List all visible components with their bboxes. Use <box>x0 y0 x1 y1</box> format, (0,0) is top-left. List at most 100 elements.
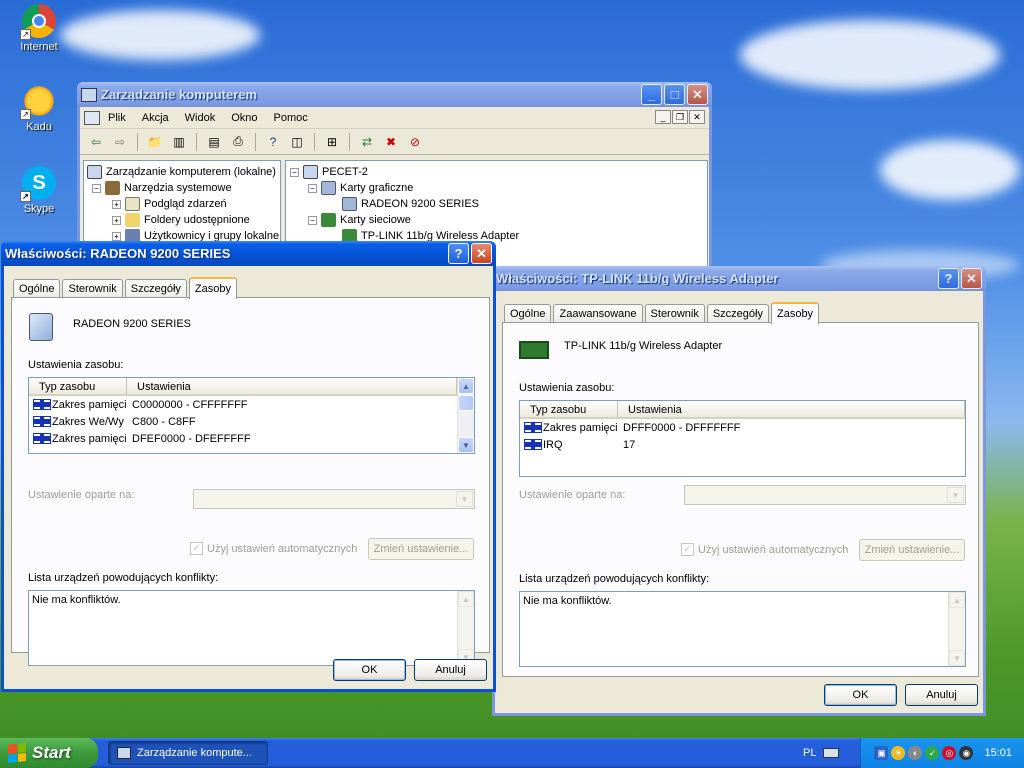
close-button[interactable]: ✕ <box>961 268 982 289</box>
tree-item[interactable]: RADEON 9200 SERIES <box>286 196 707 212</box>
tab-resources[interactable]: Zasoby <box>770 302 820 324</box>
based-on-dropdown[interactable]: ▼ <box>193 489 475 509</box>
ok-button[interactable]: OK <box>333 659 406 681</box>
action-pane-icon[interactable]: ◫ <box>287 132 307 152</box>
disable-device-icon[interactable]: ⊘ <box>405 132 425 152</box>
resource-row[interactable]: IRQ 17 <box>520 436 965 453</box>
tab-general[interactable]: Ogólne <box>504 304 552 323</box>
mdi-minimize-button[interactable]: _ <box>655 110 671 124</box>
help-button[interactable]: ? <box>938 268 959 289</box>
tab-advanced[interactable]: Zaawansowane <box>553 304 643 323</box>
scroll-thumb[interactable] <box>458 395 474 411</box>
volume-icon[interactable]: ◉ <box>959 746 974 760</box>
clock[interactable]: 15:01 <box>984 747 1012 759</box>
resource-row[interactable]: Zakres pamięci DFFF0000 - DFFFFFFF <box>520 419 965 436</box>
print-icon[interactable]: ⎙ <box>228 132 248 152</box>
tab-details[interactable]: Szczegóły <box>124 279 187 298</box>
title-bar[interactable]: Właściwości: TP-LINK 11b/g Wireless Adap… <box>492 266 986 291</box>
change-setting-button[interactable]: Zmień ustawienie... <box>368 538 474 560</box>
expand-toggle[interactable]: + <box>112 231 121 241</box>
show-hide-tree-icon[interactable]: ▥ <box>169 132 189 152</box>
checkbox-check-icon[interactable]: ✓ <box>190 542 203 555</box>
mdi-restore-button[interactable]: ❐ <box>672 110 688 124</box>
up-folder-icon[interactable]: 📁 <box>145 132 165 152</box>
tab-driver[interactable]: Sterownik <box>644 304 705 323</box>
menu-akcja[interactable]: Akcja <box>134 112 177 124</box>
chevron-down-icon[interactable]: ▼ <box>456 491 473 507</box>
menu-widok[interactable]: Widok <box>177 112 224 124</box>
security-shield-icon[interactable]: ◎ <box>942 746 957 760</box>
column-resource-type[interactable]: Typ zasobu <box>29 378 127 394</box>
maximize-button[interactable]: □ <box>664 84 685 105</box>
conflicts-scrollbar[interactable]: ▲ ▼ <box>948 592 965 666</box>
menu-okno[interactable]: Okno <box>223 112 265 124</box>
tree-item[interactable]: − Karty graficzne <box>286 180 707 196</box>
taskbar-item-computer-management[interactable]: Zarządzanie kompute... <box>108 741 268 765</box>
tplink-properties-dialog[interactable]: Właściwości: TP-LINK 11b/g Wireless Adap… <box>492 266 986 716</box>
desktop-icon-kadu[interactable]: ↗ Kadu <box>4 84 74 133</box>
scroll-up-button[interactable]: ▲ <box>949 592 965 608</box>
tree-item[interactable]: − PECET-2 <box>286 164 707 180</box>
antivirus-icon[interactable]: ✓ <box>925 746 940 760</box>
radeon-properties-dialog[interactable]: Właściwości: RADEON 9200 SERIES ? ✕ Ogól… <box>1 241 496 692</box>
start-button[interactable]: Start <box>0 738 98 768</box>
uninstall-icon[interactable]: ✖ <box>381 132 401 152</box>
scroll-down-button[interactable]: ▼ <box>949 650 965 666</box>
change-setting-button[interactable]: Zmień ustawienie... <box>859 539 965 561</box>
tab-driver[interactable]: Sterownik <box>62 279 123 298</box>
column-settings[interactable]: Ustawienia <box>127 378 457 394</box>
resource-list[interactable]: Typ zasobu Ustawienia Zakres pamięci C00… <box>28 377 475 454</box>
resource-row[interactable]: Zakres We/Wy C800 - C8FF <box>29 413 474 430</box>
cancel-button[interactable]: Anuluj <box>414 659 487 681</box>
language-indicator[interactable]: PL <box>803 747 816 759</box>
scroll-up-button[interactable]: ▲ <box>458 591 474 607</box>
resource-row[interactable]: Zakres pamięci DFEF0000 - DFEFFFFF <box>29 430 474 447</box>
tree-item[interactable]: + Foldery udostępnione <box>84 212 280 228</box>
close-button[interactable]: ✕ <box>687 84 708 105</box>
forward-arrow-icon[interactable]: ⇨ <box>110 132 130 152</box>
column-settings[interactable]: Ustawienia <box>618 401 965 417</box>
tree-item[interactable]: Zarządzanie komputerem (lokalne) <box>84 164 280 180</box>
tree-item[interactable]: − Narzędzia systemowe <box>84 180 280 196</box>
minimize-button[interactable]: _ <box>641 84 662 105</box>
tray-app-icon[interactable]: ◐ <box>908 746 923 760</box>
back-arrow-icon[interactable]: ⇦ <box>86 132 106 152</box>
conflicts-scrollbar[interactable]: ▲ ▼ <box>457 591 474 665</box>
desktop-icon-internet[interactable]: ↗ Internet <box>4 4 74 53</box>
desktop-icon-skype[interactable]: S ↗ Skype <box>4 166 74 215</box>
close-button[interactable]: ✕ <box>471 243 492 264</box>
based-on-dropdown[interactable]: ▼ <box>684 485 966 505</box>
ok-button[interactable]: OK <box>824 684 897 706</box>
menu-pomoc[interactable]: Pomoc <box>266 112 316 124</box>
keyboard-icon[interactable] <box>823 748 839 758</box>
cancel-button[interactable]: Anuluj <box>905 684 978 706</box>
expand-toggle[interactable]: + <box>112 199 121 209</box>
help-button[interactable]: ? <box>448 243 469 264</box>
auto-settings-checkbox[interactable]: ✓ Użyj ustawień automatycznych <box>190 542 357 555</box>
menu-plik[interactable]: Plik <box>100 112 134 124</box>
scroll-down-button[interactable]: ▼ <box>458 437 474 453</box>
resource-list-scrollbar[interactable]: ▲ ▼ <box>457 378 474 453</box>
tab-details[interactable]: Szczegóły <box>706 304 769 323</box>
resource-list[interactable]: Typ zasobu Ustawienia Zakres pamięci DFF… <box>519 400 966 477</box>
column-resource-type[interactable]: Typ zasobu <box>520 401 618 417</box>
collapse-toggle[interactable]: − <box>290 167 299 177</box>
auto-settings-checkbox[interactable]: ✓ Użyj ustawień automatycznych <box>681 543 848 556</box>
chevron-down-icon[interactable]: ▼ <box>947 487 964 503</box>
title-bar[interactable]: Zarządzanie komputerem _ □ ✕ <box>77 82 712 107</box>
mdi-close-button[interactable]: ✕ <box>689 110 705 124</box>
update-driver-icon[interactable]: ⇄ <box>357 132 377 152</box>
tree-item[interactable]: + Podgląd zdarzeń <box>84 196 280 212</box>
checkbox-check-icon[interactable]: ✓ <box>681 543 694 556</box>
resource-row[interactable]: Zakres pamięci C0000000 - CFFFFFFF <box>29 396 474 413</box>
network-status-icon[interactable]: ▣ <box>874 746 889 760</box>
tab-resources[interactable]: Zasoby <box>188 277 237 299</box>
help-icon[interactable]: ? <box>263 132 283 152</box>
title-bar[interactable]: Właściwości: RADEON 9200 SERIES ? ✕ <box>1 241 496 266</box>
properties-icon[interactable]: ▤ <box>204 132 224 152</box>
tree-item[interactable]: − Karty sieciowe <box>286 212 707 228</box>
conflicts-box[interactable]: Nie ma konfliktów. ▲ ▼ <box>28 590 475 666</box>
conflicts-box[interactable]: Nie ma konfliktów. ▲ ▼ <box>519 591 966 667</box>
scroll-up-button[interactable]: ▲ <box>458 378 474 394</box>
collapse-toggle[interactable]: − <box>92 183 101 193</box>
